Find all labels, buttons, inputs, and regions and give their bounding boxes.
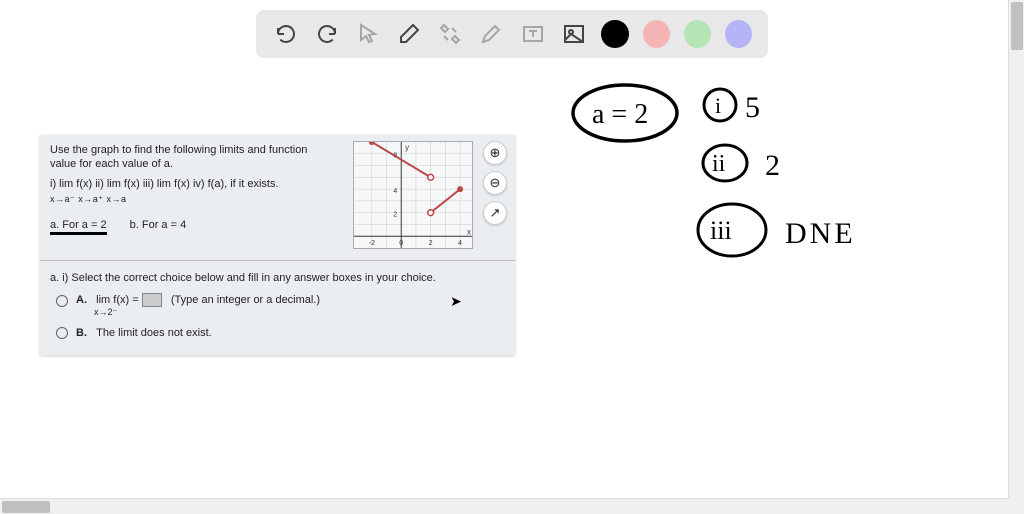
question-label: a. i) Select the correct choice below an…: [50, 271, 505, 285]
svg-text:2: 2: [393, 212, 397, 219]
function-graph: y x 8 4 2 -2 0 2 4: [353, 141, 473, 249]
svg-text:2: 2: [765, 149, 780, 182]
highlight-tool[interactable]: [478, 20, 505, 48]
svg-text:i: i: [715, 93, 721, 118]
problem-bottom: a. i) Select the correct choice below an…: [40, 261, 515, 355]
zoom-out-button[interactable]: ⊖: [483, 171, 507, 195]
hw-note1: a = 2: [592, 99, 648, 130]
problem-top: Use the graph to find the following limi…: [40, 135, 515, 261]
svg-text:ii: ii: [712, 151, 726, 177]
svg-text:0: 0: [399, 240, 403, 247]
svg-text:4: 4: [458, 240, 462, 247]
vertical-scrollbar[interactable]: [1008, 0, 1024, 498]
zoom-in-button[interactable]: ⊕: [483, 141, 507, 165]
scrollbar-corner: [1008, 498, 1024, 514]
handwriting-layer: a = 2 i 5 ii 2 iii DNE: [560, 75, 940, 335]
color-black[interactable]: [601, 20, 628, 48]
part-a-label: a. For a = 2: [50, 219, 107, 235]
cursor-icon: ➤: [450, 293, 462, 310]
svg-text:4: 4: [393, 188, 397, 195]
undo-button[interactable]: [272, 20, 299, 48]
choice-a-text2: (Type an integer or a decimal.): [171, 294, 320, 306]
choice-b-prefix: B.: [76, 327, 87, 339]
color-pink[interactable]: [643, 20, 670, 48]
problem-panel: Use the graph to find the following limi…: [40, 135, 515, 355]
answer-input-box[interactable]: [142, 293, 162, 307]
problem-intro: Use the graph to find the following limi…: [50, 143, 310, 172]
redo-button[interactable]: [313, 20, 340, 48]
vertical-scrollbar-thumb[interactable]: [1011, 2, 1023, 50]
color-purple[interactable]: [725, 20, 752, 48]
problem-items: i) lim f(x) ii) lim f(x) iii) lim f(x) i…: [50, 178, 310, 190]
svg-text:-2: -2: [369, 240, 375, 247]
choice-a-text1: lim f(x) =: [96, 294, 138, 306]
svg-text:y: y: [405, 143, 409, 152]
choice-b-row: B. The limit does not exist.: [50, 326, 505, 341]
tools-icon[interactable]: [437, 20, 464, 48]
svg-text:2: 2: [429, 240, 433, 247]
textbox-tool[interactable]: [519, 20, 546, 48]
svg-text:DNE: DNE: [785, 217, 856, 250]
svg-text:5: 5: [745, 91, 760, 124]
graph-buttons: ⊕ ⊖ ↗: [483, 141, 507, 225]
choice-a-radio[interactable]: [56, 295, 68, 307]
svg-text:x: x: [467, 227, 471, 236]
svg-text:iii: iii: [710, 216, 732, 245]
pointer-tool[interactable]: [354, 20, 381, 48]
color-green[interactable]: [684, 20, 711, 48]
eraser-tool[interactable]: [395, 20, 422, 48]
drawing-toolbar: [256, 10, 768, 58]
horizontal-scrollbar[interactable]: [0, 498, 1008, 514]
part-b-label: b. For a = 4: [130, 219, 187, 231]
problem-items-sub: x→a⁻ x→a⁺ x→a: [50, 194, 127, 205]
choice-a-prefix: A.: [76, 294, 87, 306]
image-tool[interactable]: [560, 20, 587, 48]
horizontal-scrollbar-thumb[interactable]: [2, 501, 50, 513]
popout-button[interactable]: ↗: [483, 201, 507, 225]
choice-b-radio[interactable]: [56, 327, 68, 339]
choice-b-text: The limit does not exist.: [96, 327, 212, 339]
